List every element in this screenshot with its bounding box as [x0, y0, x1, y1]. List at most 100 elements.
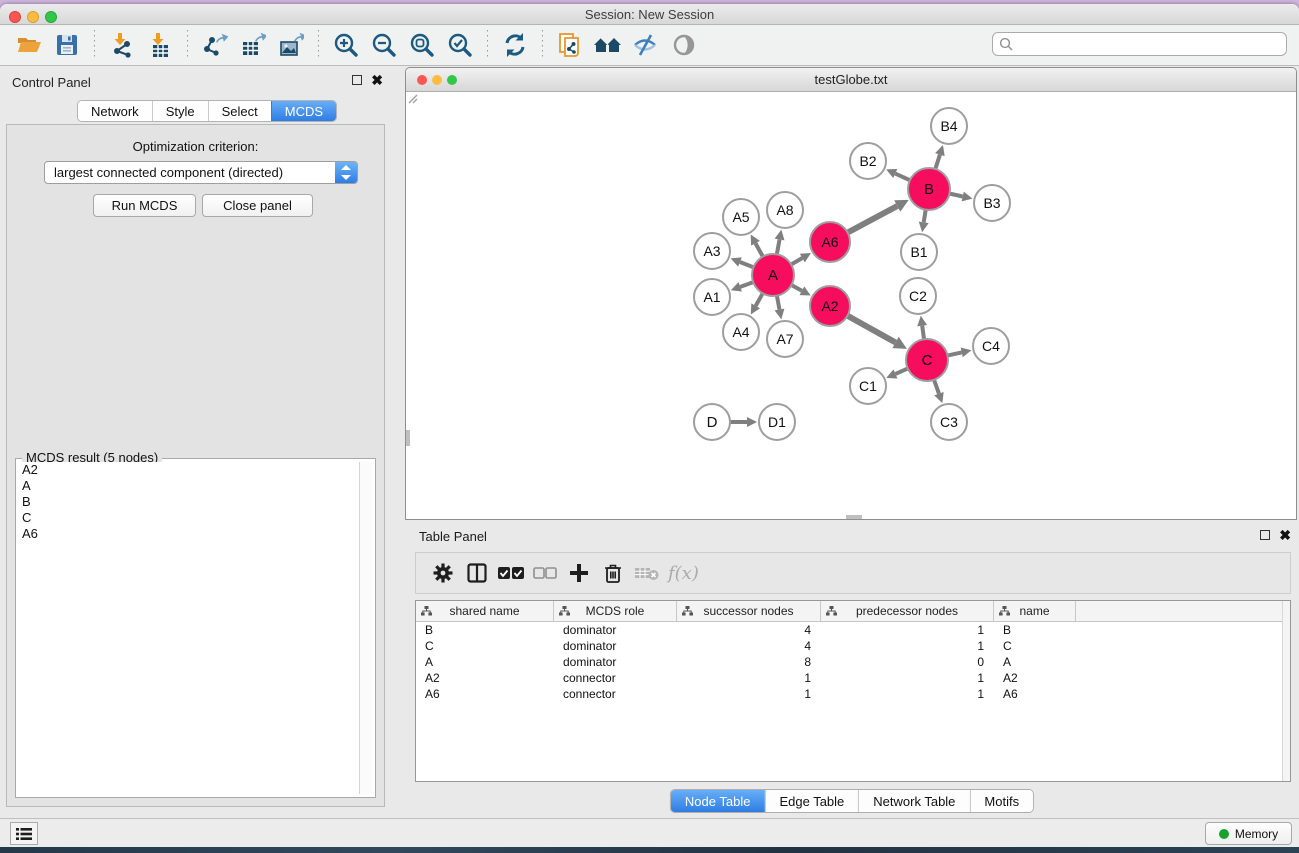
table-row[interactable]: A2connector11A2: [416, 670, 1282, 686]
network-graph[interactable]: B4B2BB3A5A8A6A3B1AA1C2A2A4A7C4CC1C3DD1: [406, 92, 1296, 519]
tab-edge-table[interactable]: Edge Table: [764, 790, 858, 812]
toolbar-separator: [542, 30, 543, 60]
control-panel: Control Panel ✖ NetworkStyleSelectMCDS O…: [0, 66, 391, 818]
settings-gear-icon[interactable]: [426, 558, 460, 588]
home-icon[interactable]: [592, 29, 624, 61]
import-network-icon[interactable]: [106, 29, 138, 61]
duplicate-network-icon[interactable]: [554, 29, 586, 61]
mcds-result-item[interactable]: A2: [19, 462, 359, 478]
search-input[interactable]: [992, 32, 1287, 56]
node-table: shared nameMCDS rolesuccessor nodesprede…: [415, 600, 1291, 782]
node-label-D: D: [707, 414, 718, 431]
column-header-MCDS-role[interactable]: MCDS role: [554, 601, 677, 621]
network-window-title: testGlobe.txt: [406, 72, 1296, 87]
app-window: Session: New Session: [0, 4, 1299, 847]
tab-node-table[interactable]: Node Table: [671, 790, 765, 812]
table-row[interactable]: A6connector11A6: [416, 686, 1282, 702]
tab-select[interactable]: Select: [208, 101, 271, 121]
table-cell: 0: [821, 654, 994, 670]
tab-style[interactable]: Style: [152, 101, 208, 121]
open-file-icon[interactable]: [13, 29, 45, 61]
tab-network[interactable]: Network: [78, 101, 152, 121]
close-table-panel-icon[interactable]: ✖: [1279, 530, 1291, 540]
arrowhead-icon: [919, 222, 929, 233]
table-row[interactable]: Adominator80A: [416, 654, 1282, 670]
run-mcds-button[interactable]: Run MCDS: [93, 194, 196, 217]
delete-table-icon[interactable]: [630, 558, 664, 588]
arrowhead-icon: [962, 192, 973, 202]
float-table-panel-icon[interactable]: [1260, 530, 1270, 540]
import-table-icon[interactable]: [144, 29, 176, 61]
table-scrollbar[interactable]: [1282, 601, 1290, 781]
mcds-tab-content: Optimization criterion: largest connecte…: [6, 124, 385, 807]
mcds-result-item[interactable]: C: [19, 510, 359, 526]
node-label-A5: A5: [732, 209, 749, 225]
table-row[interactable]: Bdominator41B: [416, 622, 1282, 638]
save-session-icon[interactable]: [51, 29, 83, 61]
table-row[interactable]: Cdominator41C: [416, 638, 1282, 654]
task-history-button[interactable]: [10, 822, 38, 845]
canvas-hscroll-stub[interactable]: [846, 515, 862, 519]
network-canvas[interactable]: B4B2BB3A5A8A6A3B1AA1C2A2A4A7C4CC1C3DD1: [406, 92, 1296, 519]
zoom-in-icon[interactable]: [330, 29, 362, 61]
column-header-name[interactable]: name: [994, 601, 1076, 621]
show-eye-icon[interactable]: [668, 29, 700, 61]
main-toolbar: [0, 25, 1299, 66]
split-columns-icon[interactable]: [460, 558, 494, 588]
refresh-icon[interactable]: [499, 29, 531, 61]
node-label-B1: B1: [910, 244, 927, 260]
memory-button[interactable]: Memory: [1205, 822, 1292, 845]
node-label-A3: A3: [703, 243, 720, 259]
close-panel-button[interactable]: Close panel: [202, 194, 313, 217]
zoom-out-icon[interactable]: [368, 29, 400, 61]
mcds-result-item[interactable]: A: [19, 478, 359, 494]
close-panel-icon[interactable]: ✖: [371, 75, 383, 85]
node-label-C1: C1: [859, 378, 877, 394]
column-header-predecessor-nodes[interactable]: predecessor nodes: [821, 601, 994, 621]
canvas-vscroll-stub[interactable]: [406, 430, 410, 446]
table-cell: 1: [677, 670, 821, 686]
column-header-shared-name[interactable]: shared name: [416, 601, 554, 621]
resize-handle-icon[interactable]: [406, 92, 418, 104]
node-label-C2: C2: [909, 288, 927, 304]
zoom-selected-icon[interactable]: [444, 29, 476, 61]
table-cell: A2: [994, 670, 1076, 686]
table-cell: A: [994, 654, 1076, 670]
table-header-row: shared nameMCDS rolesuccessor nodesprede…: [416, 601, 1282, 622]
hide-panels-icon[interactable]: [630, 29, 662, 61]
float-panel-icon[interactable]: [352, 75, 362, 85]
node-label-C4: C4: [982, 338, 1000, 354]
window-title: Session: New Session: [0, 7, 1299, 22]
node-label-C: C: [922, 352, 933, 369]
edge-A6-B[interactable]: [846, 206, 897, 234]
function-builder-icon[interactable]: f(x): [668, 563, 699, 584]
export-table-icon[interactable]: [237, 29, 269, 61]
deselect-all-icon[interactable]: [528, 558, 562, 588]
edge-A2-C[interactable]: [846, 315, 896, 343]
optimization-criterion-label: Optimization criterion:: [7, 139, 384, 154]
tab-motifs[interactable]: Motifs: [969, 790, 1033, 812]
table-cell: 1: [821, 670, 994, 686]
arrowhead-icon: [917, 316, 927, 327]
column-header-successor-nodes[interactable]: successor nodes: [677, 601, 821, 621]
delete-column-icon[interactable]: [596, 558, 630, 588]
network-window-titlebar[interactable]: testGlobe.txt: [406, 68, 1296, 92]
select-all-icon[interactable]: [494, 558, 528, 588]
node-label-A4: A4: [732, 324, 749, 340]
tab-network-table[interactable]: Network Table: [858, 790, 969, 812]
mcds-result-item[interactable]: A6: [19, 526, 359, 542]
node-label-A6: A6: [821, 234, 838, 250]
memory-label: Memory: [1235, 827, 1278, 841]
export-image-icon[interactable]: [275, 29, 307, 61]
add-column-icon[interactable]: [562, 558, 596, 588]
tab-mcds[interactable]: MCDS: [271, 101, 336, 121]
toolbar-separator: [187, 30, 188, 60]
node-label-B4: B4: [940, 118, 957, 134]
criterion-dropdown[interactable]: largest connected component (directed): [44, 161, 358, 184]
mcds-list-scrollbar[interactable]: [359, 462, 372, 794]
node-label-A: A: [768, 267, 778, 284]
node-label-C3: C3: [940, 414, 958, 430]
zoom-fit-icon[interactable]: [406, 29, 438, 61]
mcds-result-item[interactable]: B: [19, 494, 359, 510]
export-network-icon[interactable]: [199, 29, 231, 61]
